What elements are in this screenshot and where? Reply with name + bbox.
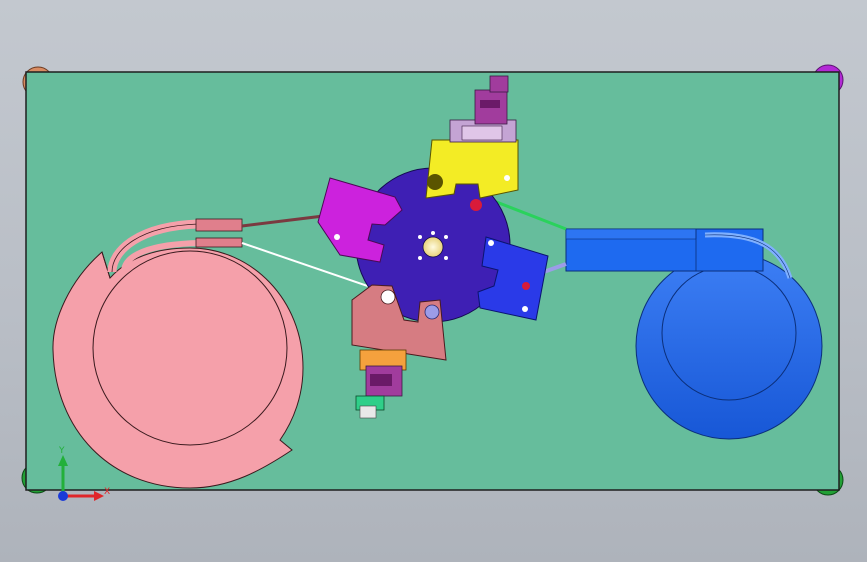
blue-takeup-reel[interactable] bbox=[635, 252, 823, 440]
blue-feeder[interactable] bbox=[565, 228, 793, 279]
axis-x-label: X bbox=[104, 487, 110, 497]
cad-viewport[interactable]: Y X bbox=[0, 0, 867, 562]
axis-y-label: Y bbox=[58, 446, 65, 456]
